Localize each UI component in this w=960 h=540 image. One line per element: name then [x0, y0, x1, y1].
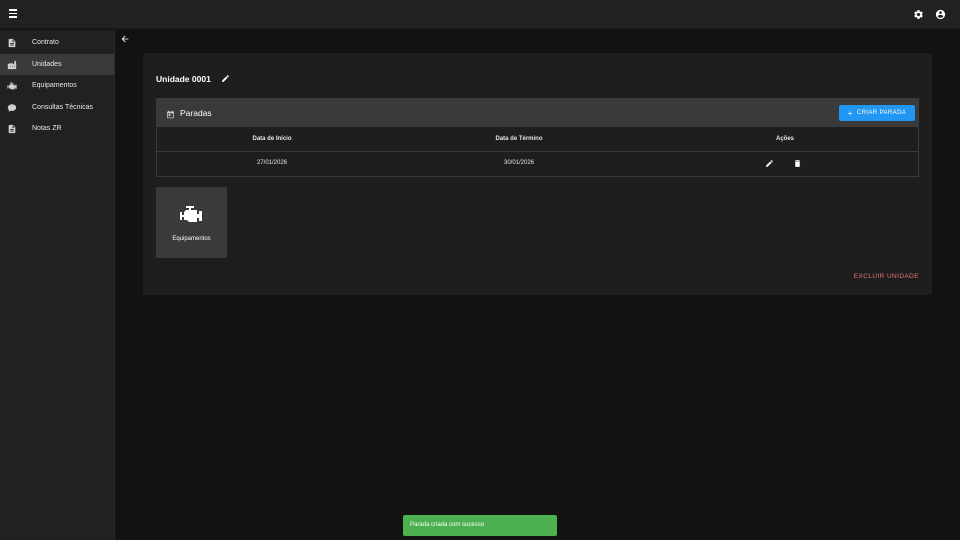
criar-parada-button[interactable]: + CRIAR PARADA	[839, 105, 915, 121]
criar-parada-label: CRIAR PARADA	[856, 110, 907, 116]
sidebar-item-equipamentos[interactable]: Equipamentos	[0, 75, 114, 97]
table-row: 27/01/2026 30/01/2026	[157, 152, 918, 176]
paradas-panel: Paradas + CRIAR PARADA Data de Início Da…	[156, 98, 919, 177]
sidebar-item-label: Notas ZR	[32, 125, 62, 133]
column-header-actions: Ações	[775, 136, 795, 142]
menu-icon[interactable]	[6, 7, 20, 21]
sidebar-item-label: Contrato	[32, 39, 59, 47]
sidebar-item-label: Equipamentos	[32, 82, 77, 90]
account-icon[interactable]	[935, 9, 946, 20]
document-icon	[8, 38, 16, 48]
sidebar-item-label: Consultas Técnicas	[32, 103, 93, 111]
toast-message: Parada criada com sucesso	[410, 522, 485, 528]
engine-icon	[180, 206, 202, 222]
delete-icon[interactable]	[793, 159, 802, 168]
chat-icon	[7, 103, 17, 112]
page-title: Unidade 0001	[156, 74, 211, 84]
equipamentos-tile-label: Equipamentos	[172, 236, 211, 242]
cell-start-date: 27/01/2026	[256, 160, 288, 166]
edit-unit-icon[interactable]	[221, 74, 230, 83]
cell-end-date: 30/01/2026	[503, 160, 535, 166]
gear-icon[interactable]	[913, 9, 924, 20]
sidebar-item-notas-zr[interactable]: Notas ZR	[0, 118, 114, 140]
equipamentos-tile[interactable]: Equipamentos	[156, 187, 227, 258]
sidebar-item-contrato[interactable]: Contrato	[0, 32, 114, 54]
app-bar	[0, 0, 960, 29]
column-header-end: Data de Término	[495, 136, 543, 142]
sidebar-item-unidades[interactable]: Unidades	[0, 53, 114, 75]
table-header: Data de Início Data de Término Ações	[157, 127, 918, 152]
column-header-start: Data de Início	[252, 136, 292, 142]
back-arrow-icon[interactable]	[120, 34, 130, 44]
edit-icon[interactable]	[765, 159, 774, 168]
sidebar: Contrato Unidades Equipamentos Consultas…	[0, 30, 115, 540]
engine-icon	[7, 82, 17, 90]
calendar-icon	[167, 110, 174, 119]
sidebar-item-consultas[interactable]: Consultas Técnicas	[0, 97, 114, 119]
notes-icon	[8, 124, 16, 134]
plus-icon: +	[847, 108, 853, 118]
paradas-header: Paradas + CRIAR PARADA	[157, 99, 918, 127]
excluir-unidade-button[interactable]: EXCLUIR UNIDADE	[854, 273, 919, 280]
sidebar-item-label: Unidades	[32, 60, 62, 68]
toast-notification: Parada criada com sucesso	[403, 515, 557, 536]
paradas-title: Paradas	[180, 108, 212, 118]
unit-card: Unidade 0001 Paradas + CRIAR PARADA Data…	[143, 53, 932, 295]
factory-icon	[7, 60, 17, 69]
